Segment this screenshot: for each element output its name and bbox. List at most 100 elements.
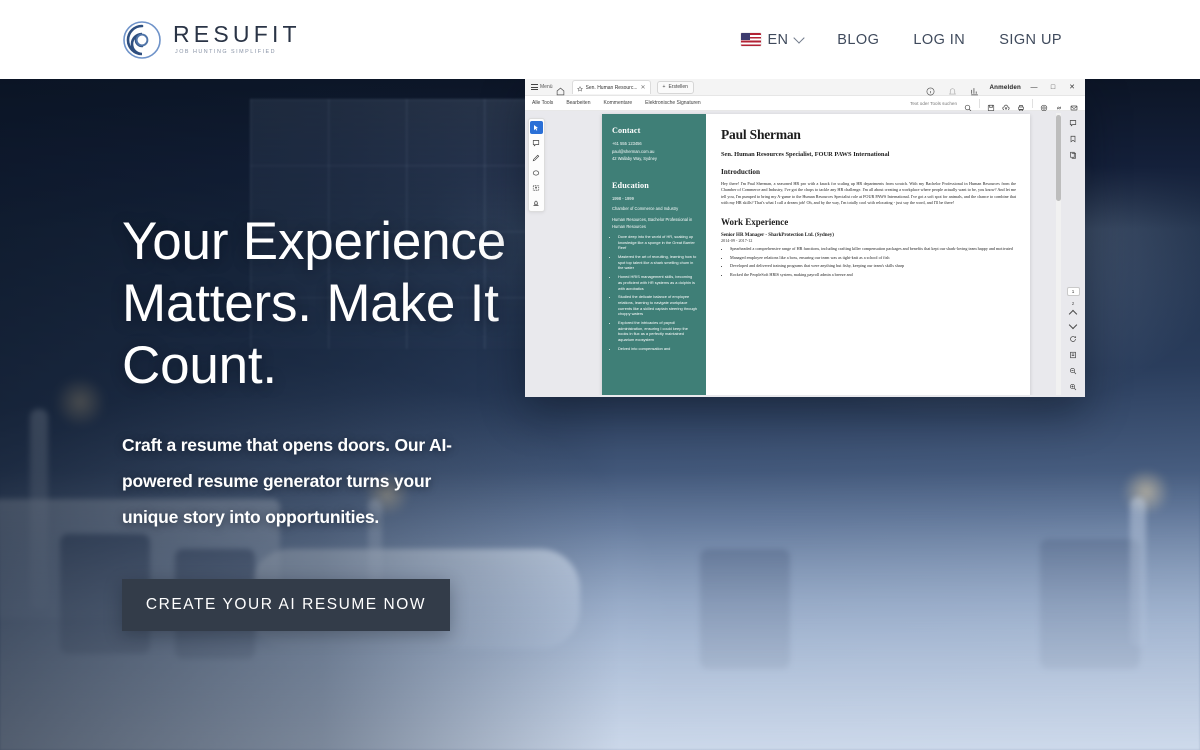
nav-link-signup[interactable]: SIGN UP: [999, 32, 1062, 48]
home-icon[interactable]: [556, 83, 565, 95]
hero-subtitle: Craft a resume that opens doors. Our AI-…: [122, 435, 452, 527]
toolbar-divider: [1032, 98, 1033, 108]
contact-heading: Contact: [612, 126, 641, 135]
mail-icon[interactable]: [1070, 99, 1078, 111]
document-tab-title: Sen. Human Resourc...: [585, 84, 638, 91]
app-statusbar: [525, 395, 1061, 397]
education-dates: 1998 - 1999: [612, 195, 634, 201]
list-item: Spearheaded a comprehensive range of HR …: [730, 246, 1016, 252]
language-label: EN: [767, 31, 789, 48]
comment-icon[interactable]: [530, 136, 543, 149]
app-toolbar: Alle Tools Bearbeiten Kommentare Elektro…: [525, 96, 1085, 112]
zoom-out-icon[interactable]: [1067, 365, 1080, 376]
close-icon[interactable]: ✕: [640, 84, 645, 91]
create-resume-button[interactable]: CREATE YOUR AI RESUME NOW: [122, 579, 450, 631]
select-cursor-icon[interactable]: [529, 121, 543, 134]
nav-link-login[interactable]: LOG IN: [913, 32, 965, 48]
list-item: Managed employee relations like a boss, …: [730, 255, 1016, 261]
notification-icon[interactable]: [948, 83, 957, 94]
chevron-down-icon: [793, 31, 805, 44]
document-scroll-area[interactable]: Contact +61 555 123456 paul@sherman.com.…: [547, 111, 1085, 397]
list-item: Dove deep into the world of HR, soaking …: [618, 234, 697, 251]
toolbar-all-tools[interactable]: Alle Tools: [532, 100, 553, 106]
language-selector[interactable]: EN: [740, 31, 805, 48]
toolbar-esignatures[interactable]: Elektronische Signaturen: [645, 100, 701, 106]
search-input[interactable]: Text oder Tools suchen: [910, 101, 957, 106]
info-icon[interactable]: [926, 83, 935, 95]
maximize-button[interactable]: □: [1047, 84, 1059, 91]
window-close-button[interactable]: ✕: [1066, 83, 1078, 91]
document-tab[interactable]: Sen. Human Resourc... ✕: [571, 79, 651, 97]
hero-section: Your Experience Matters. Make It Count. …: [0, 79, 1200, 750]
search-icon[interactable]: [964, 99, 972, 112]
link-icon[interactable]: [1055, 99, 1063, 110]
create-document-button[interactable]: + Erstellen: [656, 80, 694, 94]
list-item: Delved into compensation and: [618, 346, 697, 352]
pdf-app-window: Menü Sen. Human Resourc... ✕ + Erstellen: [525, 79, 1085, 397]
left-tool-rail: [525, 111, 547, 397]
chevron-down-icon[interactable]: [1068, 320, 1078, 330]
save-icon[interactable]: [987, 99, 995, 112]
rotate-icon[interactable]: [1067, 333, 1080, 344]
us-flag-icon: [740, 33, 761, 46]
logo[interactable]: RESUFIT JOB HUNTING SIMPLIFIED: [122, 20, 301, 60]
print-icon[interactable]: [1017, 99, 1025, 112]
minimize-button[interactable]: —: [1028, 84, 1040, 91]
comment-panel-icon[interactable]: [1067, 117, 1080, 128]
resufit-circle-logo-icon: [122, 20, 162, 60]
introduction-heading: Introduction: [721, 167, 761, 176]
list-item: Mastered the art of recruiting, learning…: [618, 254, 697, 271]
list-item: Developed and delivered training program…: [730, 263, 1016, 269]
textbox-icon[interactable]: [530, 181, 543, 194]
hamburger-icon: [531, 84, 538, 90]
fit-page-icon[interactable]: [1067, 349, 1080, 360]
stamp-icon[interactable]: [530, 196, 543, 209]
shape-icon[interactable]: [530, 166, 543, 179]
list-item: Honed HRIS management skills, becoming a…: [618, 274, 697, 291]
toolbar-edit[interactable]: Bearbeiten: [566, 100, 590, 106]
chevron-up-icon[interactable]: [1068, 309, 1078, 319]
hero-content: Your Experience Matters. Make It Count. …: [122, 211, 542, 631]
toolbar-comments[interactable]: Kommentare: [604, 100, 633, 106]
star-icon: [576, 79, 583, 97]
education-institution: Chamber of Commerce and Industry: [612, 206, 679, 212]
contact-email: paul@sherman.com.au: [612, 148, 655, 154]
menu-label: Menü: [540, 84, 553, 90]
app-titlebar: Menü Sen. Human Resourc... ✕ + Erstellen: [525, 79, 1085, 96]
page-total-label: 2: [1071, 301, 1075, 306]
menu-button[interactable]: Menü: [531, 84, 553, 90]
list-item: Studied the delicate balance of employee…: [618, 294, 697, 316]
cloud-upload-icon[interactable]: [1002, 99, 1010, 110]
page-title: Your Experience Matters. Make It Count.: [122, 212, 506, 395]
create-label: Erstellen: [668, 84, 688, 90]
resume-name: Paul Sherman: [721, 127, 801, 142]
job-bullets: Spearheaded a comprehensive range of HR …: [730, 246, 1016, 279]
toolbar-divider: [979, 98, 980, 108]
page-number-input[interactable]: 1: [1066, 287, 1080, 296]
site-header: RESUFIT JOB HUNTING SIMPLIFIED EN BLOG L…: [0, 0, 1200, 79]
share-icon[interactable]: [970, 83, 979, 95]
job-dates: 2014-09 - 2017-12: [721, 237, 753, 243]
contact-address: 42 Wallaby Way, Sydney: [612, 156, 657, 162]
zoom-in-icon[interactable]: [1067, 381, 1080, 392]
list-item: Rocked the PeopleSoft HRIS system, makin…: [730, 272, 1016, 278]
right-tool-rail: 1 2: [1061, 111, 1085, 397]
plus-icon: +: [662, 84, 666, 90]
logo-wordmark: RESUFIT: [173, 21, 301, 48]
pen-icon[interactable]: [530, 151, 543, 164]
pages-icon[interactable]: [1067, 149, 1080, 160]
resume-role: Sen. Human Resources Specialist, FOUR PA…: [721, 151, 890, 158]
bookmark-icon[interactable]: [1067, 133, 1080, 144]
signin-button[interactable]: Anmelden: [989, 84, 1021, 91]
logo-tagline: JOB HUNTING SIMPLIFIED: [175, 49, 276, 56]
education-heading: Education: [612, 180, 649, 190]
settings-icon[interactable]: [1040, 99, 1048, 112]
work-experience-heading: Work Experience: [721, 216, 789, 227]
main-nav: EN BLOG LOG IN SIGN UP: [740, 31, 1062, 48]
resume-main: Paul Sherman Sen. Human Resources Specia…: [706, 114, 1030, 396]
resume-sidebar: Contact +61 555 123456 paul@sherman.com.…: [602, 114, 706, 396]
introduction-text: Hey there! I'm Paul Sherman, a seasoned …: [721, 180, 1016, 206]
contact-phone: +61 555 123456: [612, 141, 642, 146]
nav-link-blog[interactable]: BLOG: [837, 32, 879, 48]
app-body: Contact +61 555 123456 paul@sherman.com.…: [525, 111, 1085, 397]
